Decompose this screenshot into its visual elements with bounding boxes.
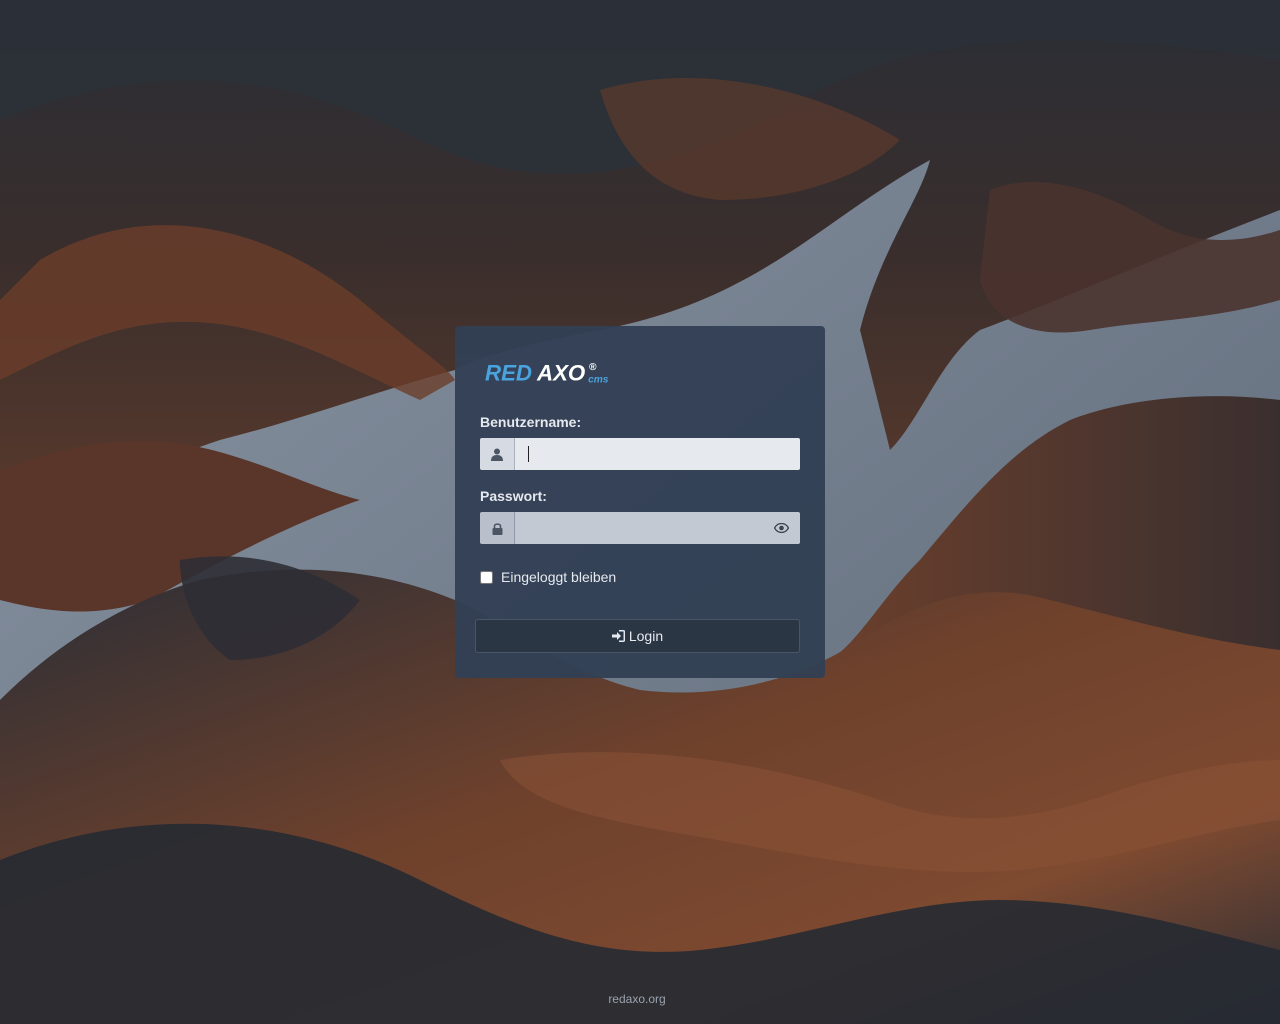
logo-registered: ® [589, 362, 597, 373]
remember-label: Eingeloggt bleiben [501, 569, 617, 585]
lock-icon [480, 512, 515, 544]
eye-icon[interactable] [762, 512, 800, 544]
remember-checkbox[interactable] [480, 570, 493, 584]
password-input-group [480, 512, 800, 544]
login-button-label: Login [628, 628, 664, 644]
redaxo-logo: RED AXO ® cms [485, 360, 609, 385]
username-input[interactable] [515, 438, 800, 470]
sign-in-icon [611, 630, 625, 642]
username-input-group [480, 438, 800, 470]
logo-cms: cms [588, 374, 609, 385]
user-icon [480, 438, 515, 470]
logo-text-red: RED [485, 360, 532, 385]
logo-text-axo: AXO [536, 360, 585, 385]
redaxo-org-link[interactable]: redaxo.org [0, 992, 1274, 1006]
password-label: Passwort: [480, 488, 547, 504]
password-input[interactable] [515, 512, 762, 544]
login-button[interactable]: Login [475, 619, 800, 653]
remember-me[interactable]: Eingeloggt bleiben [480, 569, 616, 585]
text-caret [528, 446, 529, 462]
login-panel: RED AXO ® cms Benutzername: Passwort: Ei… [455, 326, 825, 678]
username-label: Benutzername: [480, 414, 582, 430]
